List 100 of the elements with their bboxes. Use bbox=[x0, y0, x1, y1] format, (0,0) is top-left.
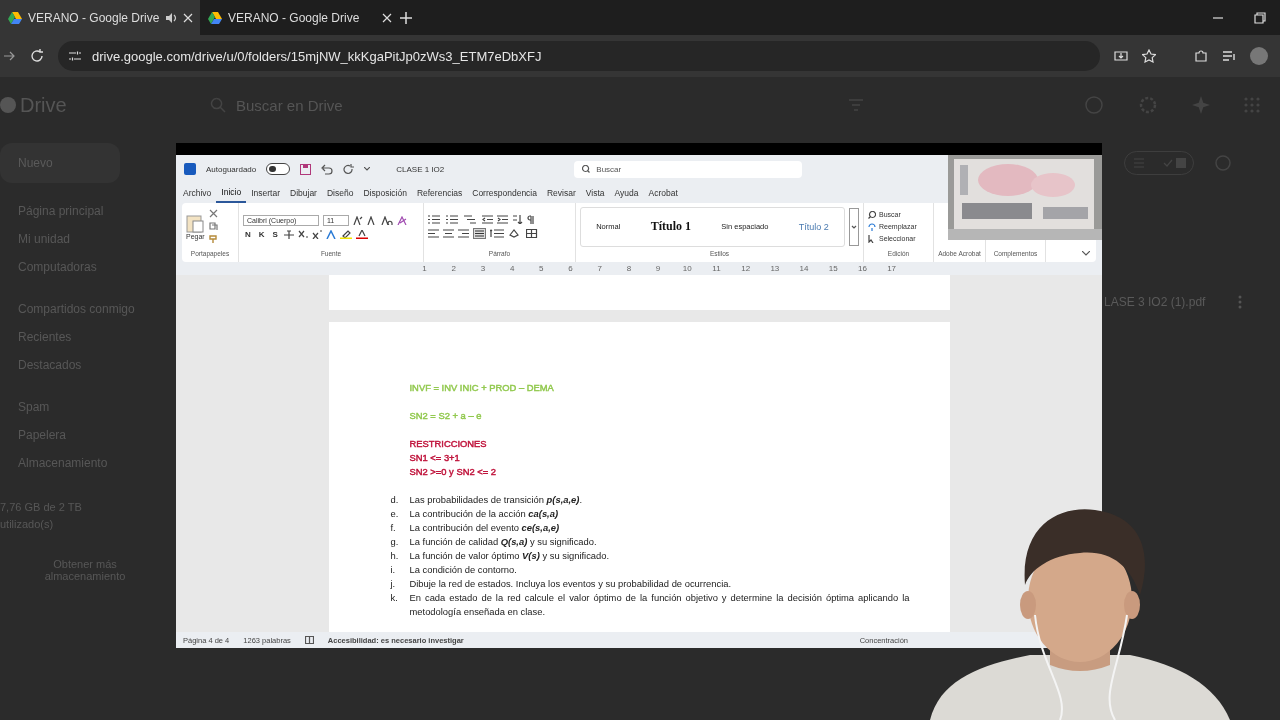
search-field[interactable]: Buscar bbox=[574, 160, 803, 178]
list-marker: d. bbox=[390, 493, 400, 507]
ruler-number: 4 bbox=[508, 264, 516, 273]
format-button[interactable]: S bbox=[270, 229, 280, 239]
cut-icon[interactable] bbox=[208, 209, 218, 218]
search-icon bbox=[868, 210, 876, 219]
ribbon-tab[interactable]: Dibujar bbox=[285, 183, 322, 203]
align-left-icon[interactable] bbox=[428, 228, 439, 238]
caret-icon[interactable] bbox=[364, 167, 371, 171]
list-marker: g. bbox=[390, 535, 400, 549]
list-item-text: En cada estado de la red calcule el valor óptimo de la función objetivo y determine la decisión óptima aplicando la metodología enseñada en clase. bbox=[409, 591, 910, 619]
strikethrough-icon[interactable] bbox=[283, 229, 294, 239]
puzzle-icon[interactable] bbox=[1194, 49, 1208, 63]
redo-icon[interactable] bbox=[343, 163, 355, 175]
align-center-icon[interactable] bbox=[443, 228, 454, 238]
ruler-number: 13 bbox=[769, 264, 781, 273]
ruler-number: 17 bbox=[886, 264, 898, 273]
format-painter-icon[interactable] bbox=[208, 235, 218, 244]
list-item-text: La contribución de la acción ca(s,a) bbox=[409, 507, 559, 521]
list-marker: h. bbox=[390, 549, 400, 563]
borders-icon[interactable] bbox=[526, 228, 538, 238]
list-item-text: La función de calidad Q(s,a) y su significado. bbox=[409, 535, 597, 549]
reload-icon[interactable] bbox=[30, 49, 44, 63]
style-option[interactable]: Título 2 bbox=[792, 220, 835, 233]
highlight-icon[interactable] bbox=[339, 229, 352, 239]
autosave-toggle[interactable] bbox=[266, 163, 291, 175]
ruler-number: 7 bbox=[596, 264, 603, 273]
format-button[interactable]: K bbox=[256, 229, 267, 239]
restore-icon[interactable] bbox=[1254, 11, 1266, 24]
list-marker: j. bbox=[390, 577, 397, 591]
word-logo-icon bbox=[184, 163, 196, 175]
book-icon[interactable] bbox=[304, 636, 314, 644]
media-icon[interactable] bbox=[1222, 49, 1236, 63]
list-marker: e. bbox=[390, 507, 400, 521]
collapse-ribbon-icon[interactable] bbox=[1082, 251, 1090, 256]
ribbon-tab[interactable]: Revisar bbox=[542, 183, 581, 203]
ribbon-tab[interactable]: Referencias bbox=[411, 183, 468, 203]
address-bar[interactable]: drive.google.com/drive/u/0/folders/15mjNW_kkKgaPitJp0zWs3_ETM7eDbXFJ bbox=[58, 41, 1100, 71]
ribbon-tab[interactable]: Vista bbox=[580, 183, 610, 203]
increase-indent-icon[interactable] bbox=[497, 214, 508, 224]
ribbon-tab[interactable]: Archivo bbox=[178, 183, 217, 203]
styles-more-icon[interactable] bbox=[849, 207, 859, 246]
drive-icon bbox=[8, 11, 22, 24]
view-toggle-icon[interactable] bbox=[1124, 151, 1194, 175]
list-item-text: La contribución del evento ce(s,a,e) bbox=[409, 521, 560, 535]
multilevel-list-icon[interactable] bbox=[464, 214, 478, 224]
numbered-list-icon[interactable] bbox=[446, 214, 460, 224]
star-icon[interactable] bbox=[1142, 49, 1156, 63]
text-effects-icon[interactable] bbox=[325, 229, 336, 239]
list-item-text: La función de valor óptimo V(s) y su significado. bbox=[409, 549, 610, 563]
copy-icon[interactable] bbox=[208, 222, 218, 231]
list-marker: k. bbox=[390, 591, 399, 605]
ribbon-tab[interactable]: Correspondencia bbox=[467, 183, 542, 203]
search-icon[interactable] bbox=[582, 165, 591, 173]
ribbon-tab[interactable]: Ayuda bbox=[609, 183, 644, 203]
line-spacing-icon[interactable] bbox=[490, 228, 504, 238]
ruler-number: 8 bbox=[625, 264, 633, 273]
document-paragraph: INVF = INV INIC + PROD – DEMA bbox=[409, 381, 554, 395]
align-right-icon[interactable] bbox=[458, 228, 469, 238]
close-icon[interactable] bbox=[183, 12, 194, 23]
document-paragraph: SN2 = S2 + a – e bbox=[409, 409, 482, 423]
format-button[interactable]: N bbox=[243, 229, 253, 239]
ribbon-tab[interactable]: Diseño bbox=[321, 183, 359, 203]
avatar-icon[interactable] bbox=[1250, 47, 1268, 65]
pilcrow-icon[interactable] bbox=[527, 214, 535, 224]
ribbon-tab[interactable]: Disposición bbox=[358, 183, 412, 203]
new-tab-icon[interactable] bbox=[400, 11, 412, 24]
ruler-number: 5 bbox=[538, 264, 545, 273]
bullet-list-icon[interactable] bbox=[428, 214, 442, 224]
change-case-icon[interactable] bbox=[381, 215, 393, 225]
superscript-icon[interactable] bbox=[311, 229, 322, 239]
shrink-font-icon[interactable] bbox=[367, 215, 377, 225]
sort-icon[interactable] bbox=[512, 214, 523, 224]
ruler-number: 2 bbox=[450, 264, 457, 273]
document-title[interactable]: CLASE 1 IO2 bbox=[396, 164, 445, 174]
close-icon[interactable] bbox=[382, 12, 392, 23]
decrease-indent-icon[interactable] bbox=[482, 214, 493, 224]
style-option[interactable]: Título 1 bbox=[644, 218, 697, 235]
ribbon-tab[interactable]: Insertar bbox=[246, 183, 285, 203]
install-icon[interactable] bbox=[1114, 49, 1128, 63]
forward-icon[interactable] bbox=[4, 50, 16, 62]
clear-format-icon[interactable] bbox=[397, 215, 407, 225]
ruler-number: 3 bbox=[479, 264, 487, 273]
browser-tab[interactable]: VERANO - Google Drive bbox=[0, 0, 200, 35]
speaker-icon[interactable] bbox=[165, 11, 178, 24]
undo-icon[interactable] bbox=[321, 163, 334, 175]
ribbon-tab[interactable]: Acrobat bbox=[643, 183, 683, 203]
list-marker: f. bbox=[390, 521, 397, 535]
list-item-text: La condición de contorno. bbox=[409, 563, 517, 577]
ruler-number: 14 bbox=[798, 264, 810, 273]
save-icon[interactable] bbox=[300, 163, 312, 175]
justify-icon[interactable] bbox=[473, 227, 486, 239]
subscript-icon[interactable] bbox=[297, 229, 308, 239]
autosave-label: Autoguardado bbox=[206, 164, 257, 174]
clipboard-icon bbox=[186, 213, 205, 233]
ruler-number: 6 bbox=[567, 264, 574, 273]
grow-font-icon[interactable] bbox=[353, 215, 363, 225]
site-settings-icon[interactable] bbox=[68, 50, 82, 62]
drive-icon bbox=[208, 11, 222, 24]
font-color-icon[interactable] bbox=[355, 229, 368, 239]
